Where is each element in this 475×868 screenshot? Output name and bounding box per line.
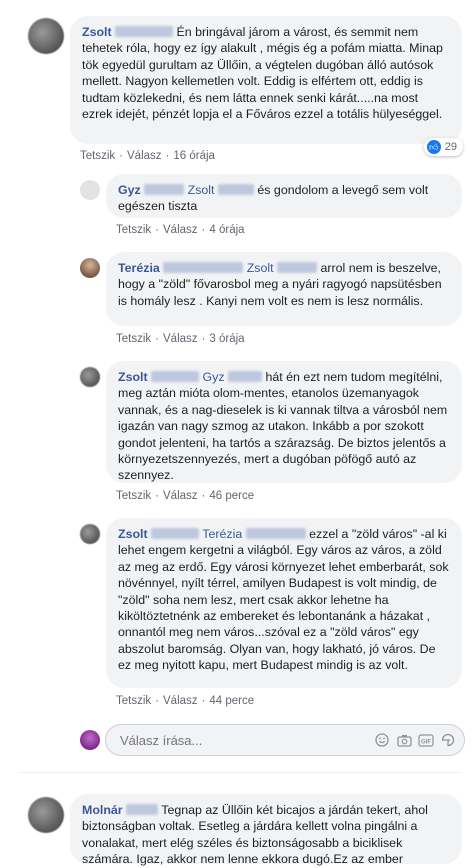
- avatar[interactable]: [80, 524, 100, 544]
- reply-bubble: Terézia Zsolt arrol nem is beszelve, hog…: [106, 252, 462, 326]
- reply-button[interactable]: Válasz: [163, 333, 198, 345]
- svg-text:GIF: GIF: [421, 739, 431, 745]
- reply-button[interactable]: Válasz: [163, 224, 198, 236]
- timestamp[interactable]: 46 perce: [209, 490, 254, 502]
- redacted-name: [144, 184, 185, 195]
- redacted-name: [245, 528, 306, 539]
- mention[interactable]: Zsolt: [247, 261, 274, 275]
- reaction-count[interactable]: 👍︎ 29: [423, 138, 463, 156]
- redacted-name: [228, 371, 262, 382]
- reply-bubble: Gyz Zsolt és gondolom a levegő sem volt …: [106, 174, 462, 218]
- comment-bubble: Molnár Tegnap az Üllőin két bicajos a já…: [70, 794, 462, 866]
- reply-bubble: Zsolt Gyz hát én ezt nem tudom megítélni…: [106, 361, 462, 483]
- reply-button[interactable]: Válasz: [163, 490, 198, 502]
- reply-author[interactable]: Terézia: [118, 261, 160, 275]
- redacted-name: [151, 528, 200, 539]
- redacted-name: [217, 184, 254, 195]
- reply-text: hát én ezt nem tudom megítélni, meg aztá…: [118, 370, 448, 483]
- timestamp[interactable]: 44 perce: [209, 695, 254, 707]
- mention[interactable]: Gyz: [203, 370, 225, 384]
- like-icon: 👍︎: [426, 140, 441, 154]
- timestamp[interactable]: 3 órája: [209, 333, 244, 345]
- mention[interactable]: Zsolt: [188, 183, 215, 197]
- divider: [20, 772, 460, 773]
- reply-actions: Tetszik · Válasz · 4 órája: [116, 224, 245, 236]
- reply-author[interactable]: Zsolt: [118, 370, 148, 384]
- like-button[interactable]: Tetszik: [80, 150, 115, 162]
- avatar[interactable]: [80, 180, 100, 200]
- reply-button[interactable]: Válasz: [127, 150, 162, 162]
- avatar[interactable]: [80, 367, 100, 387]
- gif-icon[interactable]: GIF: [418, 732, 434, 748]
- redacted-name: [151, 371, 200, 382]
- like-button[interactable]: Tetszik: [116, 224, 151, 236]
- comment-bubble: Zsolt Én bringával járom a várost, és se…: [70, 16, 462, 144]
- like-button[interactable]: Tetszik: [116, 490, 151, 502]
- emoji-icon[interactable]: [374, 732, 390, 748]
- comment-thread: Zsolt Én bringával járom a várost, és se…: [0, 0, 475, 866]
- comment-author[interactable]: Molnár: [82, 803, 123, 817]
- redacted-name: [126, 804, 159, 815]
- reply-actions: Tetszik · Válasz · 46 perce: [116, 490, 255, 502]
- reply-actions: Tetszik · Válasz · 44 perce: [116, 695, 255, 707]
- composer-tools: GIF: [374, 732, 456, 748]
- comment-author[interactable]: Zsolt: [82, 25, 112, 39]
- reply-bubble: Zsolt Terézia ezzel a "zöld város" -al k…: [106, 518, 462, 688]
- camera-icon[interactable]: [396, 732, 412, 748]
- reply-actions: Tetszik · Válasz · 3 órája: [116, 333, 245, 345]
- sticker-icon[interactable]: [440, 732, 456, 748]
- like-button[interactable]: Tetszik: [116, 695, 151, 707]
- avatar[interactable]: [80, 258, 100, 278]
- avatar[interactable]: [28, 18, 64, 54]
- reply-input[interactable]: [118, 732, 322, 749]
- mention[interactable]: Terézia: [202, 527, 242, 541]
- like-button[interactable]: Tetszik: [116, 333, 151, 345]
- reply-author[interactable]: Zsolt: [118, 527, 148, 541]
- avatar[interactable]: [28, 797, 64, 833]
- redacted-name: [277, 262, 318, 273]
- redacted-name: [115, 26, 174, 37]
- timestamp[interactable]: 4 órája: [209, 224, 244, 236]
- reply-author[interactable]: Gyz: [118, 183, 141, 197]
- reply-button[interactable]: Válasz: [163, 695, 198, 707]
- reply-composer[interactable]: GIF: [105, 724, 465, 756]
- reply-text: ezzel a "zöld város" -al ki lehet engem …: [118, 527, 449, 673]
- avatar: [80, 730, 100, 750]
- redacted-name: [163, 262, 244, 273]
- comment-actions: Tetszik · Válasz · 16 órája: [80, 150, 215, 162]
- timestamp[interactable]: 16 órája: [173, 150, 215, 162]
- comment-text: Én bringával járom a várost, és semmit n…: [82, 25, 443, 122]
